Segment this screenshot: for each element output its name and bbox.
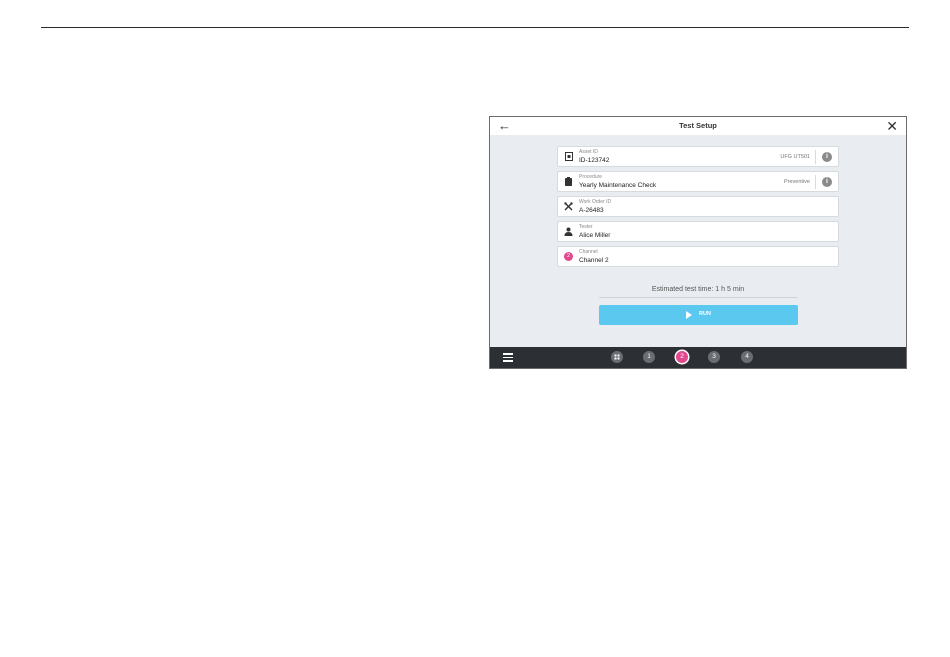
info-icon[interactable]: i [822,152,832,162]
page-title: Test Setup [679,121,717,130]
procedure-field[interactable]: Procedure Yearly Maintenance Check Preve… [557,171,839,192]
step-3[interactable]: 3 [708,351,720,363]
channel-field[interactable]: 2 Channel Channel 2 [557,246,839,267]
step-2[interactable]: 2 [676,351,688,363]
asset-model-tag: UFG UT501 [780,154,810,160]
channel-value: Channel 2 [579,257,609,264]
field-divider [815,175,816,189]
estimate-divider [599,297,798,298]
step-1[interactable]: 1 [643,351,655,363]
work-order-field[interactable]: Work Order ID A-26483 [557,196,839,217]
tester-label: Tester [579,224,593,230]
asset-tag-icon [564,152,573,161]
close-icon[interactable]: ✕ [886,118,898,134]
play-icon [686,311,692,319]
field-divider [815,150,816,164]
work-order-label: Work Order ID [579,199,612,205]
wrench-icon [564,202,573,211]
info-icon[interactable]: i [822,177,832,187]
user-icon [564,227,573,236]
estimated-test-time: Estimated test time: 1 h 5 min [651,286,745,293]
run-button[interactable]: RUN [599,305,798,325]
procedure-type-tag: Preventive [784,179,810,185]
tester-field[interactable]: Tester Alice Miller [557,221,839,242]
asset-id-value: ID-123742 [579,157,610,164]
title-bar: ← Test Setup ✕ [490,117,906,135]
work-order-value: A-26483 [579,207,604,214]
hamburger-menu-icon[interactable] [503,353,513,362]
channel-icon: 2 [564,252,573,261]
channel-label: Channel [579,249,598,255]
bottom-bar: 1 2 3 4 [490,347,906,368]
asset-id-field[interactable]: Asset ID ID-123742 UFG UT501 i [557,146,839,167]
procedure-value: Yearly Maintenance Check [579,182,657,189]
asset-id-label: Asset ID [579,149,598,155]
clipboard-icon [564,177,573,186]
step-4[interactable]: 4 [741,351,753,363]
top-divider [41,27,909,28]
device-screen: ← Test Setup ✕ Asset ID ID-123742 UFG UT… [489,116,907,369]
home-grid-icon[interactable] [611,351,623,363]
procedure-label: Procedure [579,174,603,180]
tester-value: Alice Miller [579,232,611,239]
run-label: RUN [699,311,711,317]
channel-badge: 2 [564,252,573,261]
